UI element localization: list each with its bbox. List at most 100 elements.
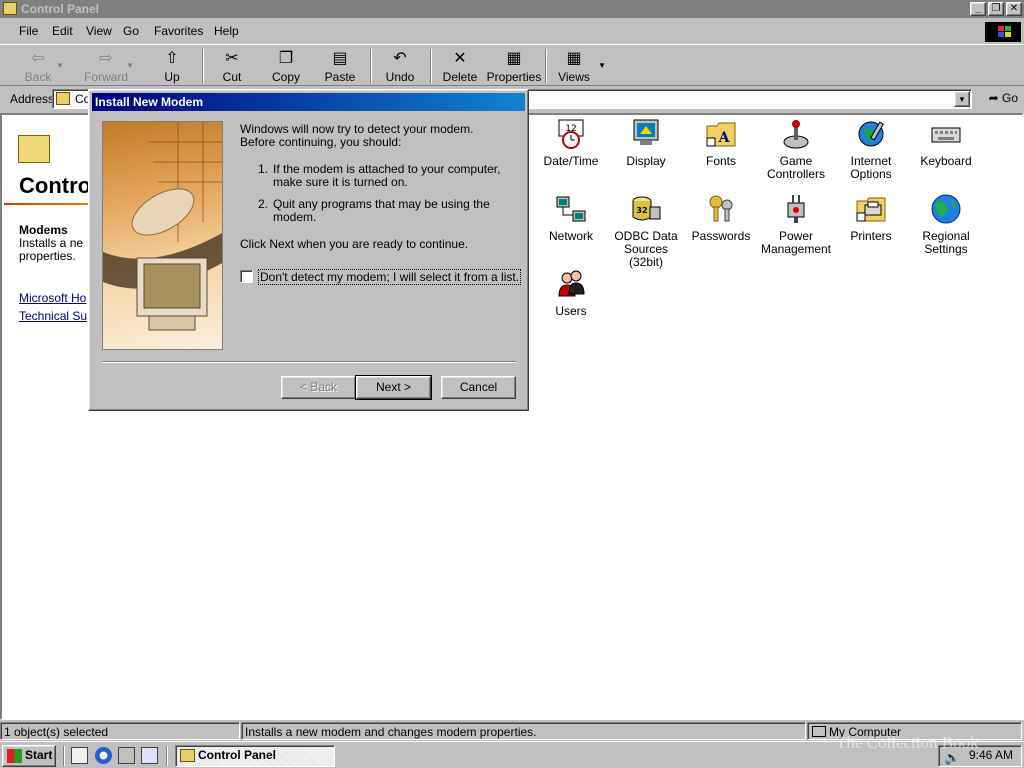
printers-item[interactable]: Printers: [834, 193, 908, 243]
dialog-title: Install New Modem: [95, 95, 204, 109]
dont-detect-option[interactable]: Don't detect my modem; I will select it …: [240, 268, 522, 285]
wizard-illustration: [102, 121, 223, 350]
folder-up-icon: ⇧: [165, 50, 179, 67]
outlook-express-icon[interactable]: [118, 747, 135, 764]
modem-computer-illustration-icon: [103, 122, 222, 331]
forward-arrow-icon: ⇨: [99, 50, 113, 67]
menu-bar: File Edit View Go Favorites Help: [0, 20, 1024, 42]
internet-explorer-icon[interactable]: [95, 747, 112, 764]
keyboard-item[interactable]: Keyboard: [909, 118, 983, 168]
toolbar-separator: [202, 49, 204, 83]
undo-button[interactable]: ↶ Undo: [380, 47, 420, 85]
up-button[interactable]: ⇧ Up: [152, 47, 192, 85]
back-button[interactable]: < Back: [281, 376, 356, 399]
next-button[interactable]: Next >: [355, 375, 432, 400]
instruction-step-2: 2. Quit any programs that may be using t…: [258, 197, 490, 224]
maximize-button[interactable]: ❐: [988, 2, 1004, 16]
fonts-item[interactable]: A Fonts: [684, 118, 758, 168]
show-desktop-icon[interactable]: [71, 747, 88, 764]
control-panel-icon: [3, 2, 17, 15]
database-icon: 32: [632, 196, 661, 221]
standard-toolbar: ⇦ Back ▼ ⇨ Forward ▼ ⇧ Up ✂ Cut ❐ Copy ▤…: [0, 44, 1024, 86]
channels-icon[interactable]: [141, 747, 158, 764]
date-time-item[interactable]: 12 Date/Time: [534, 118, 608, 168]
undo-arrow-icon: ↶: [393, 50, 407, 67]
taskbar-item-control-panel[interactable]: Control Panel: [175, 745, 335, 767]
window-title: Control Panel: [21, 2, 100, 16]
minimize-button[interactable]: _: [970, 2, 986, 16]
address-dropdown-icon[interactable]: ▼: [954, 91, 970, 107]
back-dropdown-icon[interactable]: ▼: [56, 61, 64, 70]
svg-text:A: A: [718, 130, 731, 146]
forward-dropdown-icon[interactable]: ▼: [126, 61, 134, 70]
globe-icon: [931, 194, 961, 224]
dont-detect-label[interactable]: Don't detect my modem; I will select it …: [258, 268, 522, 285]
menu-file[interactable]: File: [19, 24, 38, 38]
menu-favorites[interactable]: Favorites: [154, 24, 203, 38]
properties-button[interactable]: ▦ Properties: [486, 47, 542, 85]
address-label: Address: [10, 92, 55, 106]
delete-x-icon: ✕: [453, 50, 467, 67]
forward-button[interactable]: ⇨ Forward ▼: [84, 47, 134, 85]
clock-calendar-icon: 12: [558, 119, 584, 149]
dont-detect-checkbox[interactable]: [240, 270, 253, 284]
watermark: The Collection Book: [836, 733, 979, 752]
clipboard-icon: ▤: [332, 50, 348, 67]
globe-tools-icon: [858, 121, 884, 147]
network-icon: [556, 196, 586, 222]
game-controllers-item[interactable]: Game Controllers: [759, 118, 833, 181]
delete-button[interactable]: ✕ Delete: [440, 47, 480, 85]
fonts-folder-icon: A: [706, 122, 736, 147]
copy-icon: ❐: [278, 50, 294, 67]
keys-icon: [709, 195, 733, 222]
views-grid-icon: ▦: [566, 50, 582, 67]
back-arrow-icon: ⇦: [31, 50, 45, 67]
start-button[interactable]: Start: [2, 745, 56, 767]
menu-edit[interactable]: Edit: [52, 24, 73, 38]
control-panel-folder-icon: [18, 135, 50, 163]
cut-button[interactable]: ✂ Cut: [214, 47, 250, 85]
wizard-instructions: Windows will now try to detect your mode…: [240, 123, 510, 265]
taskbar-separator: [166, 746, 168, 766]
power-plug-icon: [787, 195, 805, 223]
views-dropdown-icon[interactable]: ▼: [598, 61, 606, 70]
continue-instruction: Click Next when you are ready to continu…: [240, 237, 469, 251]
menu-view[interactable]: View: [86, 24, 112, 38]
printer-folder-icon: [856, 197, 886, 222]
cancel-button[interactable]: Cancel: [441, 376, 516, 399]
scissors-icon: ✂: [225, 50, 239, 67]
network-item[interactable]: Network: [534, 193, 608, 243]
passwords-item[interactable]: Passwords: [684, 193, 758, 243]
close-button[interactable]: ✕: [1006, 2, 1022, 16]
monitor-icon: [633, 119, 659, 145]
taskbar-separator: [63, 746, 65, 766]
computer-icon: [812, 726, 826, 737]
copy-button[interactable]: ❐ Copy: [266, 47, 306, 85]
microsoft-home-link[interactable]: Microsoft Ho: [19, 291, 86, 305]
menu-help[interactable]: Help: [214, 24, 239, 38]
back-button[interactable]: ⇦ Back ▼: [18, 47, 64, 85]
joystick-icon: [783, 120, 809, 149]
dialog-separator: [102, 361, 516, 363]
internet-options-item[interactable]: Internet Options: [834, 118, 908, 181]
menu-go[interactable]: Go: [123, 24, 139, 38]
go-button[interactable]: ➦ Go: [989, 91, 1018, 105]
paste-button[interactable]: ▤ Paste: [320, 47, 360, 85]
windows-logo-icon: [7, 749, 22, 763]
regional-settings-item[interactable]: Regional Settings: [909, 193, 983, 256]
technical-support-link[interactable]: Technical Su: [19, 309, 87, 323]
display-item[interactable]: Display: [609, 118, 683, 168]
window-title-bar[interactable]: Control Panel _ ❐ ✕: [0, 0, 1024, 18]
intro-text: Windows will now try to detect your mode…: [240, 122, 474, 149]
keyboard-icon: [931, 127, 961, 143]
views-button[interactable]: ▦ Views ▼: [554, 47, 606, 85]
power-management-item[interactable]: Power Management: [759, 193, 833, 256]
svg-text:32: 32: [636, 206, 647, 215]
odbc-data-sources-item[interactable]: 32 ODBC Data Sources (32bit): [609, 193, 683, 269]
windows-logo-icon: [985, 22, 1021, 42]
control-panel-icon: [56, 92, 70, 105]
users-item[interactable]: Users: [534, 268, 608, 318]
control-panel-icon: [180, 749, 195, 762]
properties-icon: ▦: [506, 50, 522, 67]
dialog-title-bar[interactable]: Install New Modem: [92, 93, 525, 111]
